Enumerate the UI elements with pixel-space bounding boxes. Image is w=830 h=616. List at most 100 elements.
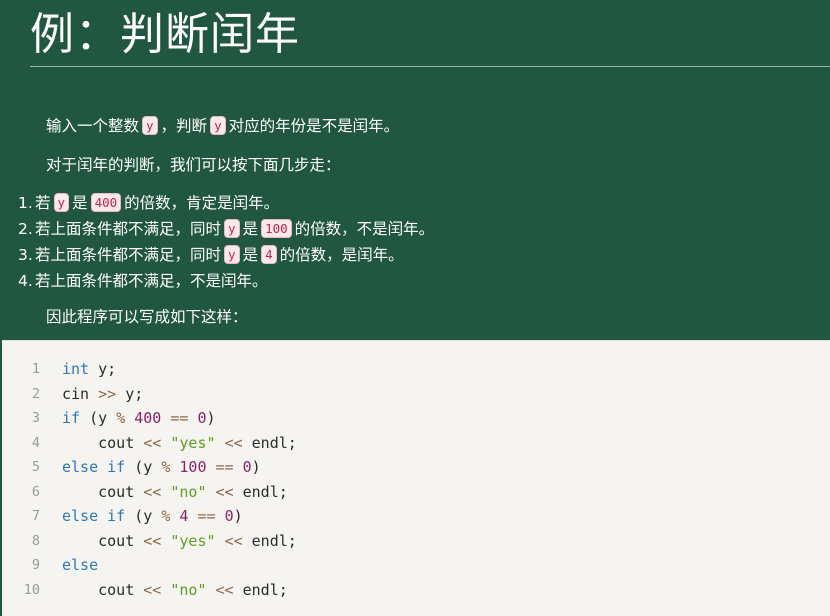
code-token: 400 [134, 409, 162, 427]
steps-list: 1. 若 y 是 400 的倍数，肯定是闰年。 2. 若上面条件都不满足，同时 y 是 100 的倍数… [0, 190, 434, 294]
code-source: else if (y % 4 == 0) [62, 504, 243, 528]
code-token: cout [62, 580, 144, 599]
code-source: else if (y % 100 == 0) [62, 455, 261, 479]
code-token: (y [80, 409, 117, 427]
step-text-part: 是 [72, 194, 88, 212]
inline-code-y: y [142, 116, 158, 135]
code-line: 5 else if (y % 100 == 0) [2, 455, 830, 479]
code-token: y; [89, 360, 117, 378]
inline-code: y [53, 193, 70, 212]
code-token: << [215, 580, 234, 599]
code-token: y; [116, 384, 144, 403]
code-token: 0 [197, 409, 207, 427]
code-token: cout [62, 531, 144, 550]
step-text-part: 是 [242, 246, 259, 264]
code-token: else if [62, 507, 126, 525]
code-token: (y [125, 458, 162, 476]
steps-intro-paragraph: 对于闰年的判断，我们可以按下面几步走： [46, 156, 341, 174]
code-token: 0 [242, 458, 252, 476]
line-number: 10 [23, 581, 40, 598]
code-token: endl; [242, 433, 297, 452]
code-token: 100 [179, 458, 207, 476]
intro-text: 输入一个整数 [46, 117, 140, 135]
code-line: 3 if (y % 400 == 0) [2, 406, 830, 430]
code-token: == [170, 409, 189, 427]
intro-text: 对应的年份是不是闰年。 [228, 117, 400, 135]
line-number: 4 [31, 434, 40, 451]
code-line: 7 else if (y % 4 == 0) [2, 504, 830, 528]
code-token: "yes" [170, 433, 216, 452]
code-token: "no" [170, 482, 207, 501]
code-token: << [215, 482, 234, 501]
program-intro-paragraph: 因此程序可以写成如下这样： [46, 308, 248, 326]
code-line: 1 int y; [2, 357, 830, 381]
code-token: 0 [224, 507, 234, 525]
step-item: 4. 若上面条件都不满足，不是闰年。 [0, 268, 434, 294]
inline-code-y: y [210, 116, 226, 135]
code-token: << [224, 531, 243, 550]
line-number: 5 [31, 459, 40, 475]
code-source: cout << "no" << endl; [62, 480, 288, 504]
code-source: cout << "yes" << endl; [62, 529, 297, 553]
step-text: 若 y 是 400 的倍数，肯定是闰年。 [18, 193, 279, 212]
step-text-part: 是 [242, 220, 259, 238]
code-token: cout [62, 482, 144, 501]
title-divider [30, 66, 830, 67]
inline-code: 400 [90, 193, 122, 212]
code-token: ) [251, 458, 261, 476]
step-text-part: 若上面条件都不满足，不是闰年。 [35, 272, 268, 290]
line-number: 1 [31, 361, 40, 377]
code-token: << [224, 433, 243, 452]
code-source: else [62, 553, 98, 577]
line-number: 2 [31, 385, 40, 402]
code-token: (y [125, 507, 162, 525]
step-text: 若上面条件都不满足，同时 y 是 100 的倍数，不是闰年。 [18, 219, 435, 238]
step-number: 1. [18, 194, 33, 212]
code-line: 4 cout << "yes" << endl; [2, 431, 830, 455]
code-token: endl; [233, 482, 288, 501]
code-token: cout [62, 433, 144, 452]
code-token: "yes" [170, 531, 216, 550]
code-token: endl; [242, 531, 297, 550]
step-item: 3. 若上面条件都不满足，同时 y 是 4 的倍数，是闰年。 [0, 242, 434, 268]
code-token: << [143, 531, 162, 550]
code-token: else if [62, 458, 126, 476]
code-line: 10 cout << "no" << endl; [2, 578, 830, 602]
code-token: % [116, 409, 126, 427]
step-text-part: 若上面条件都不满足，同时 [35, 220, 222, 238]
step-text: 若上面条件都不满足，不是闰年。 [18, 272, 268, 290]
code-block: 1 int y; 2 cin >> y; 3 if (y % 400 == 0) 4 cou… [2, 340, 830, 616]
code-token: == [215, 458, 234, 476]
inline-code: y [224, 245, 240, 264]
intro-paragraph: 输入一个整数 y ，判断 y 对应的年份是不是闰年。 [46, 115, 399, 137]
code-token: cin [62, 384, 99, 403]
code-source: cin >> y; [62, 382, 143, 406]
code-line: 8 cout << "yes" << endl; [2, 529, 830, 553]
code-token: == [197, 507, 216, 525]
code-token: << [143, 433, 162, 452]
step-item: 2. 若上面条件都不满足，同时 y 是 100 的倍数，不是闰年。 [0, 216, 434, 242]
step-text-part: 若 [35, 194, 51, 212]
step-text: 若上面条件都不满足，同时 y 是 4 的倍数，是闰年。 [18, 245, 404, 264]
line-number: 9 [31, 557, 40, 573]
code-token: ) [233, 507, 243, 525]
code-token: << [143, 482, 162, 501]
step-number: 4. [18, 272, 33, 290]
code-token: "no" [170, 580, 207, 599]
line-number: 6 [31, 483, 40, 500]
step-number: 2. [18, 220, 33, 238]
code-line: 2 cin >> y; [2, 382, 830, 406]
code-token: else [62, 556, 99, 574]
code-line: 6 cout << "no" << endl; [2, 480, 830, 504]
step-number: 3. [18, 246, 33, 264]
step-text-part: 若上面条件都不满足，同时 [35, 246, 222, 264]
step-text-part: 的倍数，不是闰年。 [294, 220, 435, 238]
